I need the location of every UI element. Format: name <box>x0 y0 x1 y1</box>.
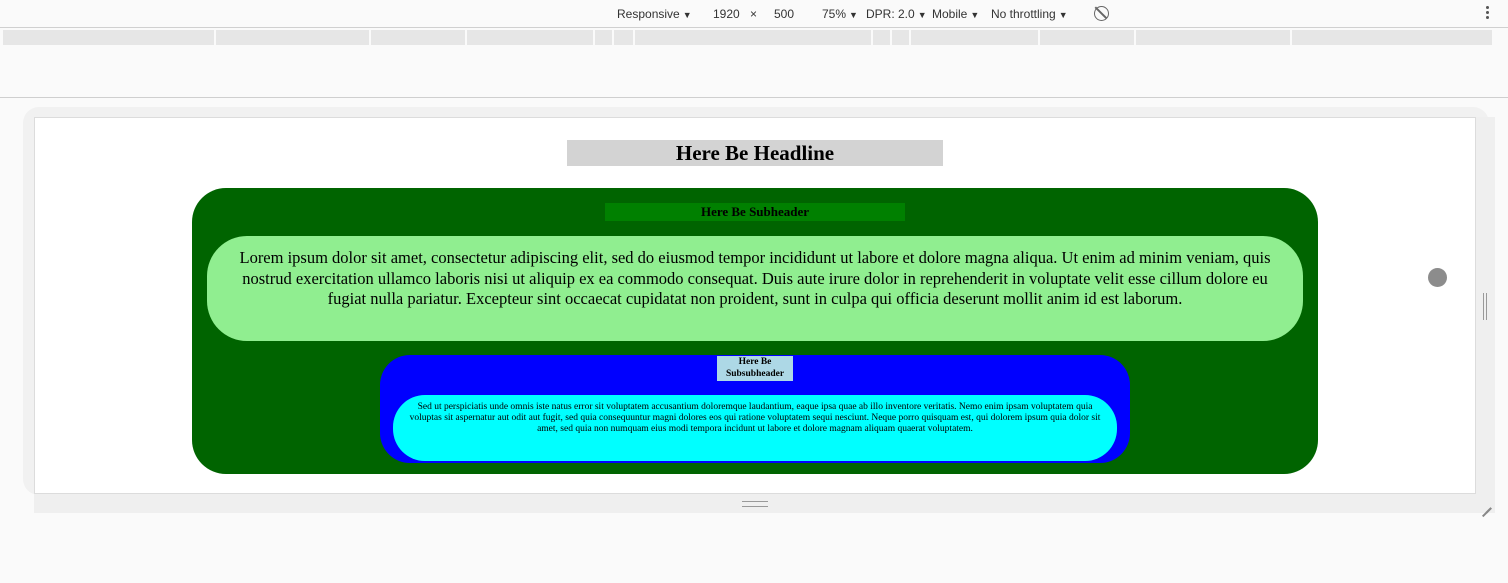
device-mode-dropdown[interactable]: Responsive ▼ <box>617 7 692 21</box>
chevron-down-icon: ▼ <box>970 10 980 20</box>
media-query-segment[interactable] <box>1040 30 1134 45</box>
device-mode-label: Responsive <box>617 7 680 21</box>
media-query-segment[interactable] <box>1292 30 1492 45</box>
horizontal-resize-handle-icon[interactable] <box>742 501 768 507</box>
chevron-down-icon: ▼ <box>849 10 858 20</box>
more-vertical-icon[interactable] <box>1484 6 1490 21</box>
media-query-segment[interactable] <box>873 30 890 45</box>
media-query-segment[interactable] <box>614 30 633 45</box>
dpr-label: DPR: 2.0 <box>866 7 915 21</box>
touch-cursor-indicator <box>1428 268 1447 287</box>
device-type-label: Mobile <box>932 7 968 21</box>
chevron-down-icon: ▼ <box>917 10 927 20</box>
page-headline: Here Be Headline <box>567 140 943 166</box>
dpr-dropdown[interactable]: DPR: 2.0 ▼ <box>866 7 927 21</box>
media-query-segment[interactable] <box>3 30 214 45</box>
media-query-bar <box>3 30 1506 45</box>
sed-paragraph: Sed ut perspiciatis unde omnis iste natu… <box>393 395 1117 461</box>
height-input[interactable]: 500 <box>774 7 794 21</box>
ruler-area <box>0 46 1508 98</box>
media-query-segment[interactable] <box>467 30 593 45</box>
rotate-icon[interactable] <box>1094 6 1109 21</box>
device-type-dropdown[interactable]: Mobile ▼ <box>932 7 979 21</box>
page-subheader: Here Be Subheader <box>605 203 905 221</box>
chevron-down-icon: ▼ <box>682 10 692 20</box>
chevron-down-icon: ▼ <box>1058 10 1068 20</box>
vertical-resize-handle-icon[interactable] <box>1483 293 1487 320</box>
media-query-segment[interactable] <box>911 30 1038 45</box>
devtools-device-toolbar: Responsive ▼ 1920 × 500 75% ▼ DPR: 2.0 ▼ Mo… <box>0 0 1508 28</box>
media-query-segment[interactable] <box>216 30 369 45</box>
media-query-segment[interactable] <box>595 30 612 45</box>
width-input[interactable]: 1920 <box>713 7 740 21</box>
lorem-paragraph: Lorem ipsum dolor sit amet, consectetur … <box>207 236 1303 341</box>
media-query-segment[interactable] <box>371 30 465 45</box>
media-query-segment[interactable] <box>892 30 909 45</box>
throttling-dropdown[interactable]: No throttling ▼ <box>991 7 1068 21</box>
dimension-separator: × <box>750 7 758 21</box>
media-query-segment[interactable] <box>1136 30 1290 45</box>
zoom-dropdown[interactable]: 75% ▼ <box>822 7 858 21</box>
corner-resize-icon[interactable] <box>1479 497 1492 517</box>
page-subsubheader: Here Be Subsubheader <box>717 356 793 381</box>
media-query-segment[interactable] <box>635 30 871 45</box>
throttling-label: No throttling <box>991 7 1056 21</box>
zoom-label: 75% <box>822 7 847 21</box>
